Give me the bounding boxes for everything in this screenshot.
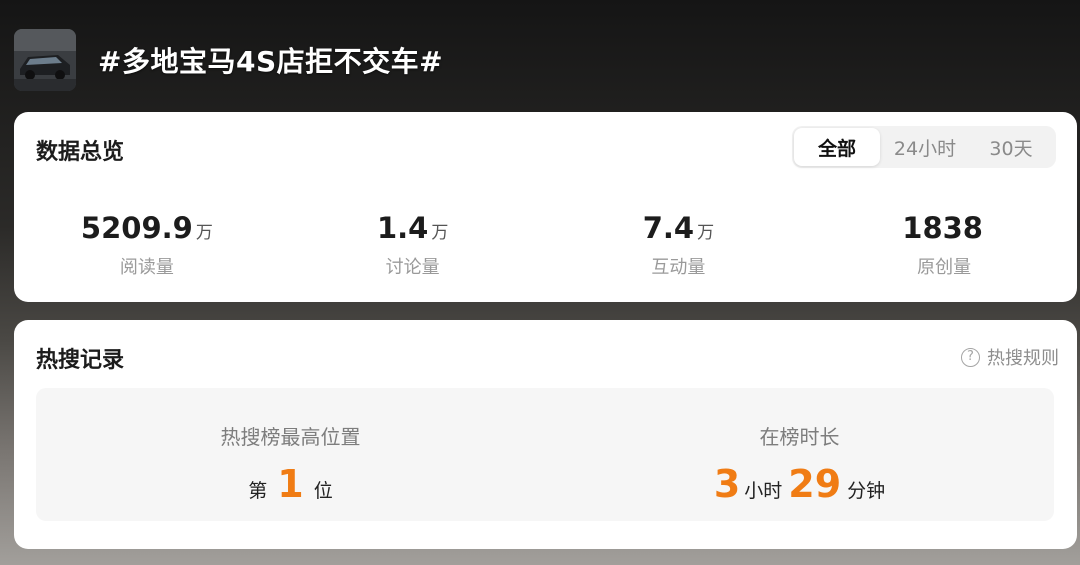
time-on-list-value: 3 小时 29 分钟 [545, 464, 1054, 504]
stat-label: 互动量 [651, 257, 706, 278]
minutes-number: 29 [788, 462, 842, 506]
stat-label: 原创量 [917, 257, 972, 278]
rank-prefix: 第 [248, 480, 268, 502]
stat-interactions: 7.4 万 互动量 [546, 210, 812, 280]
stat-value: 1.4 [376, 211, 429, 245]
peak-position: 热搜榜最高位置 第 1 位 [36, 388, 545, 521]
time-on-list-label: 在榜时长 [759, 425, 840, 449]
stat-value: 7.4 [642, 211, 695, 245]
hot-search-stats-panel: 热搜榜最高位置 第 1 位 在榜时长 3 小时 29 分钟 [36, 388, 1054, 521]
hot-search-title: 热搜记录 [36, 348, 125, 373]
stat-value: 5209.9 [80, 211, 193, 245]
topic-thumbnail[interactable] [14, 29, 76, 91]
stat-originals: 1838 原创量 [811, 210, 1077, 280]
peak-position-label: 热搜榜最高位置 [220, 425, 361, 449]
topic-title: #多地宝马4S店拒不交车# [98, 45, 444, 78]
data-overview-card: 数据总览 全部 24小时 30天 5209.9 万 阅读量 1.4 万 讨论量 7.… [14, 112, 1077, 302]
question-circle-icon: ? [961, 347, 980, 367]
time-on-list: 在榜时长 3 小时 29 分钟 [545, 388, 1054, 521]
stat-unit: 万 [431, 223, 449, 243]
stat-unit: 万 [697, 223, 715, 243]
stat-reads: 5209.9 万 阅读量 [14, 210, 280, 280]
stat-label: 讨论量 [385, 257, 440, 278]
rank-number: 1 [277, 462, 304, 506]
tab-24h[interactable]: 24小时 [880, 128, 970, 166]
stat-unit: 万 [195, 223, 213, 243]
rules-label: 热搜规则 [987, 348, 1059, 369]
stat-label: 阅读量 [119, 257, 174, 278]
rank-suffix: 位 [313, 480, 333, 502]
hot-search-card: 热搜记录 ? 热搜规则 热搜榜最高位置 第 1 位 在榜时长 3 小时 29 分… [14, 320, 1077, 549]
tab-30d[interactable]: 30天 [970, 128, 1052, 166]
overview-title: 数据总览 [36, 140, 125, 165]
peak-position-value: 第 1 位 [36, 464, 545, 504]
stats-row: 5209.9 万 阅读量 1.4 万 讨论量 7.4 万 互动量 1838 原创量 [14, 210, 1077, 280]
stat-discussions: 1.4 万 讨论量 [280, 210, 546, 280]
hours-number: 3 [713, 462, 741, 506]
car-thumbnail-icon [14, 29, 76, 91]
minutes-unit: 分钟 [847, 480, 886, 502]
hours-unit: 小时 [744, 480, 783, 502]
topic-header: #多地宝马4S店拒不交车# [0, 0, 1080, 112]
time-range-tabs: 全部 24小时 30天 [792, 126, 1056, 168]
tab-all[interactable]: 全部 [794, 128, 880, 166]
hot-search-rules-link[interactable]: ? 热搜规则 [961, 344, 1059, 370]
stat-value: 1838 [902, 211, 983, 245]
